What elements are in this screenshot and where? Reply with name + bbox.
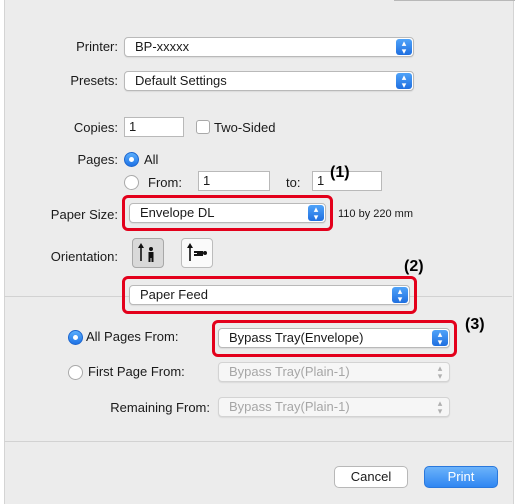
copies-label: Copies: [73,120,118,135]
printer-value: BP-xxxxx [135,39,190,54]
annotation-2: (2) [404,258,424,275]
printer-popup[interactable]: BP-xxxxx ▴ ▾ [124,37,414,57]
chevron-updown-icon: ▴ ▾ [437,398,443,416]
all-pages-from-label: All Pages From: [86,329,179,344]
copies-field[interactable]: 1 [124,117,184,137]
portrait-orientation-button[interactable] [132,238,164,268]
chevron-updown-icon: ▴ ▾ [396,39,412,56]
first-page-from-popup[interactable]: Bypass Tray(Plain-1) ▴ ▾ [218,362,450,382]
pages-to-label: to: [286,175,301,190]
print-button[interactable]: Print [424,466,498,488]
annotation-3: (3) [465,316,485,333]
landscape-icon [187,243,207,261]
paper-size-label: Paper Size: [50,207,118,222]
pages-from-label: From: [148,175,182,190]
paper-size-value: Envelope DL [140,205,215,220]
all-pages-from-popup[interactable]: Bypass Tray(Envelope) ▴ ▾ [218,328,450,348]
orientation-label: Orientation: [50,249,118,264]
footer-divider [4,441,512,442]
first-page-from-label: First Page From: [88,364,185,379]
top-divider [394,0,515,1]
two-sided-label: Two-Sided [214,120,276,135]
portrait-icon [138,243,154,262]
paper-size-dimensions: 110 by 220 mm [338,208,414,220]
cancel-button[interactable]: Cancel [334,466,408,488]
pages-from-radio[interactable] [124,175,139,190]
paper-size-popup[interactable]: Envelope DL ▴ ▾ [129,203,326,223]
all-pages-from-radio[interactable] [68,330,83,345]
presets-popup[interactable]: Default Settings ▴ ▾ [124,71,414,91]
all-pages-from-value: Bypass Tray(Envelope) [229,330,364,345]
panel-menu-popup[interactable]: Paper Feed ▴ ▾ [129,285,410,305]
chevron-updown-icon: ▴ ▾ [308,205,324,222]
pages-from-field[interactable]: 1 [198,171,270,191]
pages-all-label: All [144,152,159,167]
first-page-from-value: Bypass Tray(Plain-1) [229,364,350,379]
chevron-updown-icon: ▴ ▾ [437,363,443,381]
remaining-from-value: Bypass Tray(Plain-1) [229,399,350,414]
two-sided-checkbox[interactable] [196,120,210,134]
first-page-from-radio[interactable] [68,365,83,380]
remaining-from-label: Remaining From: [110,400,210,415]
pages-all-radio[interactable] [124,152,139,167]
remaining-from-popup[interactable]: Bypass Tray(Plain-1) ▴ ▾ [218,397,450,417]
chevron-updown-icon: ▴ ▾ [396,73,412,90]
presets-value: Default Settings [135,73,227,88]
chevron-updown-icon: ▴ ▾ [432,330,448,347]
pages-label: Pages: [77,152,118,167]
annotation-1: (1) [330,164,350,181]
printer-label: Printer: [76,39,118,54]
panel-menu-value: Paper Feed [140,287,208,302]
chevron-updown-icon: ▴ ▾ [392,287,408,304]
presets-label: Presets: [70,73,118,88]
landscape-orientation-button[interactable] [181,238,213,268]
